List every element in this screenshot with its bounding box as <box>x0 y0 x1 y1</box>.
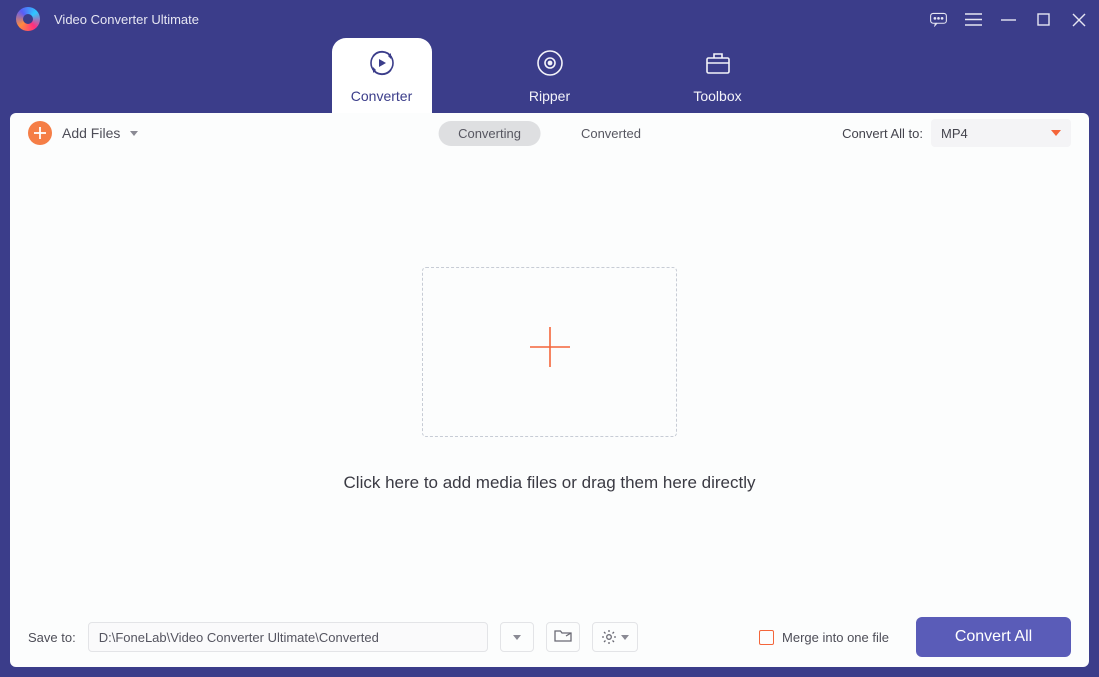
plus-icon <box>525 322 575 382</box>
content-panel: Add Files Converting Converted Convert A… <box>10 113 1089 667</box>
convert-all-to: Convert All to: MP4 <box>842 119 1071 147</box>
tab-label: Converter <box>351 88 412 104</box>
convert-all-button[interactable]: Convert All <box>916 617 1071 657</box>
main-tabs: Converter Ripper Toolbox <box>0 38 1099 114</box>
open-folder-button[interactable] <box>546 622 580 652</box>
plus-icon <box>28 121 52 145</box>
add-files-label: Add Files <box>62 125 120 141</box>
checkbox-icon <box>759 630 774 645</box>
format-dropdown[interactable]: MP4 <box>931 119 1071 147</box>
close-icon[interactable] <box>1070 12 1087 27</box>
folder-icon <box>554 628 572 646</box>
tab-ripper[interactable]: Ripper <box>500 38 600 114</box>
save-path-value: D:\FoneLab\Video Converter Ultimate\Conv… <box>99 630 379 645</box>
converter-icon <box>368 49 396 80</box>
tab-label: Ripper <box>529 88 570 104</box>
menu-icon[interactable] <box>965 12 982 27</box>
minimize-icon[interactable] <box>1000 12 1017 27</box>
ripper-icon <box>536 49 564 80</box>
chevron-down-icon <box>1051 130 1061 136</box>
toolbar: Add Files Converting Converted Convert A… <box>10 113 1089 153</box>
format-value: MP4 <box>941 126 968 141</box>
chevron-down-icon <box>621 635 629 640</box>
chevron-down-icon <box>513 635 521 640</box>
add-files-button[interactable]: Add Files <box>28 121 138 145</box>
status-label: Converted <box>581 126 641 141</box>
tab-converter[interactable]: Converter <box>332 38 432 114</box>
feedback-icon[interactable] <box>930 12 947 27</box>
merge-checkbox[interactable]: Merge into one file <box>759 630 889 645</box>
dropzone-area: Click here to add media files or drag th… <box>10 153 1089 607</box>
status-tab-converting[interactable]: Converting <box>438 121 541 146</box>
convert-button-label: Convert All <box>955 628 1032 645</box>
tab-toolbox[interactable]: Toolbox <box>668 38 768 114</box>
status-tabs: Converting Converted <box>438 121 661 146</box>
dropzone-text: Click here to add media files or drag th… <box>344 473 756 493</box>
save-path-input[interactable]: D:\FoneLab\Video Converter Ultimate\Conv… <box>88 622 488 652</box>
window-controls <box>930 12 1087 27</box>
app-logo-icon <box>16 7 40 31</box>
app-title: Video Converter Ultimate <box>54 12 199 27</box>
toolbox-icon <box>704 49 732 80</box>
settings-button[interactable] <box>592 622 638 652</box>
chevron-down-icon <box>130 131 138 136</box>
save-to-label: Save to: <box>28 630 76 645</box>
status-tab-converted[interactable]: Converted <box>561 121 661 146</box>
maximize-icon[interactable] <box>1035 12 1052 27</box>
save-path-dropdown[interactable] <box>500 622 534 652</box>
tab-label: Toolbox <box>693 88 741 104</box>
status-label: Converting <box>458 126 521 141</box>
gear-icon <box>601 629 629 645</box>
convert-all-to-label: Convert All to: <box>842 126 923 141</box>
app-window: Video Converter Ultimate <box>0 0 1099 677</box>
merge-label: Merge into one file <box>782 630 889 645</box>
dropzone-box[interactable] <box>422 267 677 437</box>
footer: Save to: D:\FoneLab\Video Converter Ulti… <box>10 607 1089 667</box>
